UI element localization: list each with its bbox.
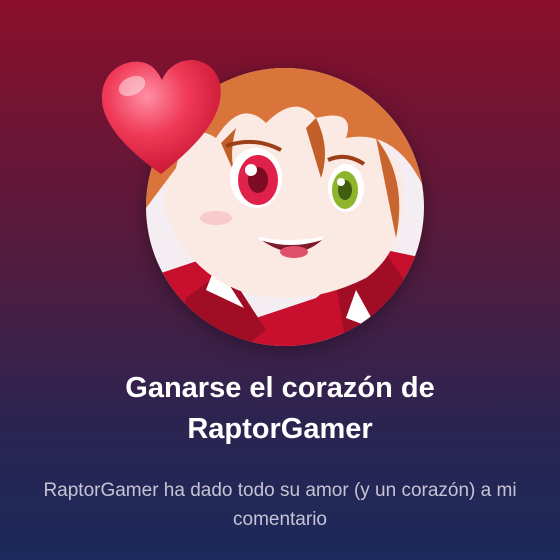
achievement-title: Ganarse el corazón de RaptorGamer (0, 368, 560, 450)
achievement-title-line2: RaptorGamer (187, 413, 373, 445)
achievement-card: Ganarse el corazón de RaptorGamer Raptor… (0, 0, 560, 560)
achievement-title-line1: Ganarse el corazón de (125, 372, 435, 404)
achievement-description: RaptorGamer ha dado todo su amor (y un c… (43, 480, 517, 530)
heart-icon (96, 56, 226, 178)
